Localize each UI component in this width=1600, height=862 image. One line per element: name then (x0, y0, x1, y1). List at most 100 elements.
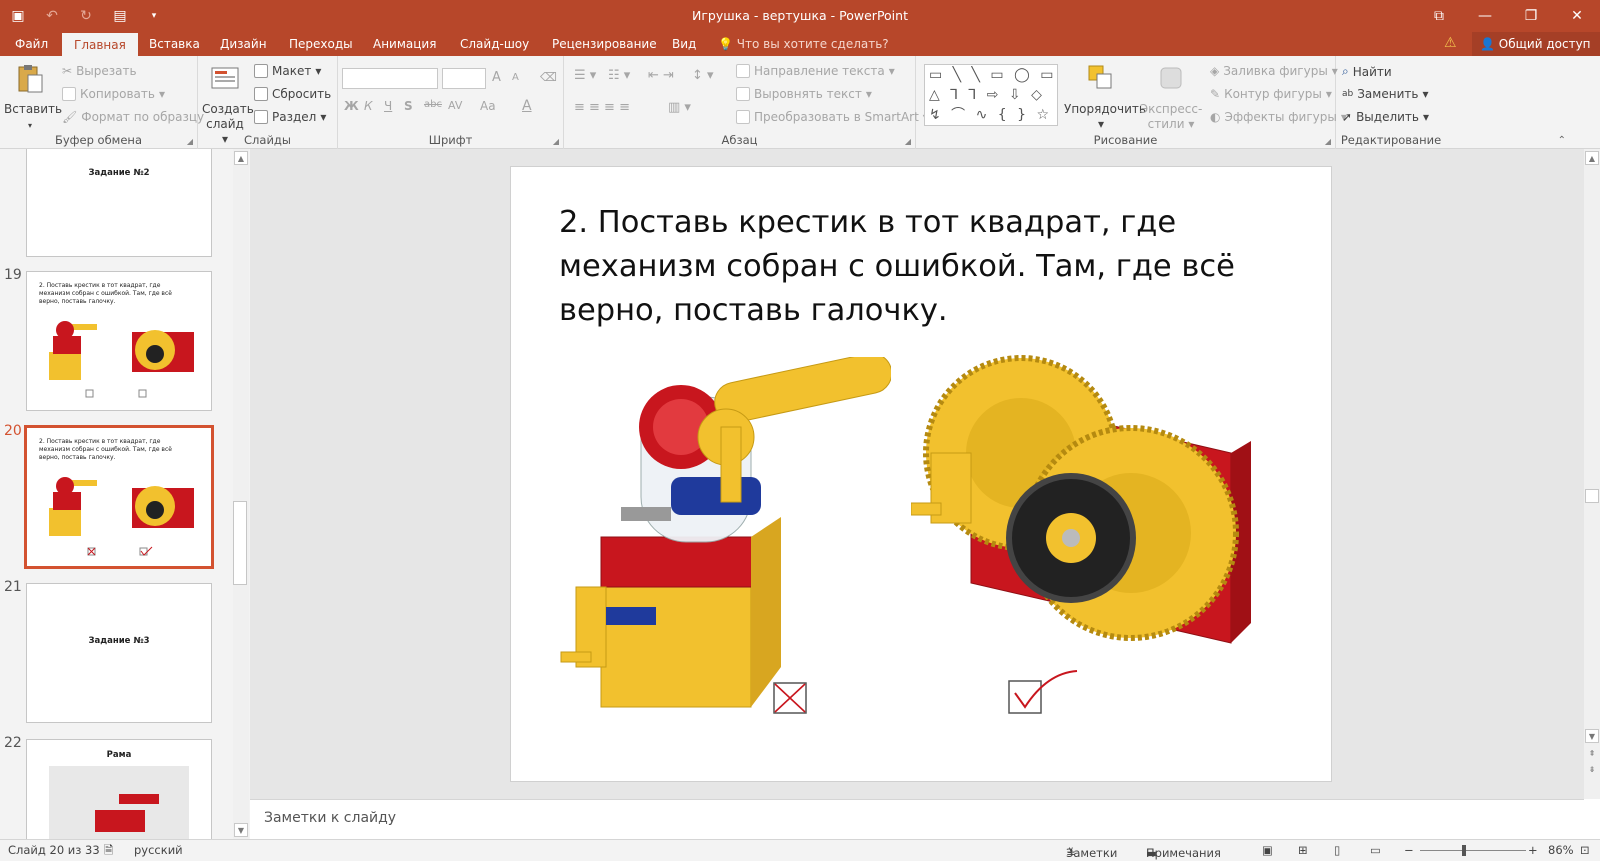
cut-button[interactable]: ✂ Вырезать (62, 64, 137, 78)
language-label[interactable]: русский (134, 843, 183, 857)
thumbnail-slide-19[interactable]: 2. Поставь крестик в тот квадрат, где ме… (26, 271, 212, 411)
slide-title[interactable]: 2. Поставь крестик в тот квадрат, где ме… (559, 201, 1279, 333)
effects-icon: ◐ (1210, 110, 1221, 124)
thumbnail-slide-20[interactable]: 2. Поставь крестик в тот квадрат, где ме… (24, 425, 214, 569)
tell-me-box[interactable]: 💡 Что вы хотите сделать? (718, 32, 889, 56)
fit-to-window-icon[interactable]: ⊡ (1580, 843, 1590, 857)
indent-icons[interactable]: ⇤ ⇥ (648, 68, 674, 83)
drawing-launcher-icon[interactable]: ◢ (1325, 137, 1331, 146)
reset-button[interactable]: Сбросить (254, 87, 331, 101)
change-case-button[interactable]: Aa (480, 99, 496, 113)
zoom-slider-thumb[interactable] (1462, 845, 1466, 856)
shrink-font-button[interactable]: A (512, 72, 519, 83)
scroll-thumb[interactable] (1585, 489, 1599, 503)
cross-checkbox[interactable] (771, 677, 811, 717)
scroll-thumb[interactable] (233, 501, 247, 585)
font-color-button[interactable]: A (522, 98, 532, 114)
paste-label: Вставить (4, 102, 63, 116)
layout-button[interactable]: Макет ▾ (254, 64, 321, 78)
zoom-out-button[interactable]: − (1404, 843, 1414, 857)
numbering-icon[interactable]: ☷ ▾ (608, 68, 630, 83)
tab-transitions[interactable]: Переходы (289, 32, 353, 56)
close-button[interactable]: ✕ (1554, 0, 1600, 32)
arrange-button[interactable]: Упорядочить ▾ (1064, 62, 1146, 132)
paragraph-group: ☰ ▾ ☷ ▾ ⇤ ⇥ ↕ ▾ ≡ ≡ ≡ ≡ ▥ ▾ Направление … (564, 56, 929, 149)
next-slide-icon[interactable]: ⇟ (1585, 763, 1599, 777)
collapse-ribbon-icon[interactable]: ⌃ (1558, 135, 1566, 146)
text-direction-button[interactable]: Направление текста ▾ (736, 64, 895, 78)
clear-format-icon[interactable]: ⌫ (540, 70, 557, 84)
scroll-down-icon[interactable]: ▼ (1585, 729, 1599, 743)
underline-button[interactable]: Ч (384, 99, 392, 113)
bold-button[interactable]: Ж (344, 99, 359, 113)
paste-button[interactable]: Вставить ▾ (4, 62, 62, 133)
columns-icon[interactable]: ▥ ▾ (668, 100, 691, 115)
shadow-button[interactable]: S (404, 99, 413, 113)
paste-icon (18, 65, 43, 93)
notes-pane[interactable]: Заметки к слайду (250, 799, 1584, 839)
shape-effects-button[interactable]: ◐ Эффекты фигуры ▾ (1210, 110, 1347, 124)
scroll-down-icon[interactable]: ▼ (234, 823, 248, 837)
check-checkbox[interactable] (1007, 663, 1087, 723)
proofing-icon[interactable]: 🗎 (104, 843, 113, 862)
editing-group: ⌕ Найти ab Заменить ▾ ➚ Выделить ▾ Редактир… (1336, 56, 1446, 149)
slideshow-view-icon[interactable]: ▭ (1370, 843, 1381, 857)
shape-fill-button[interactable]: ◈ Заливка фигуры ▾ (1210, 64, 1338, 78)
thumbnail-slide-22[interactable]: Рама (26, 739, 212, 839)
italic-button[interactable]: К (364, 99, 373, 113)
tab-animations[interactable]: Анимация (373, 32, 436, 56)
tab-file[interactable]: Файл (15, 32, 48, 56)
title-bar: ▣ ↶ ↻ ▤ ▾ Игрушка - вертушка - PowerPoin… (0, 0, 1600, 32)
share-button[interactable]: 👤 Общий доступ (1472, 32, 1600, 56)
thumbnail-slide-21[interactable]: Задание №3 (26, 583, 212, 723)
bullets-icon[interactable]: ☰ ▾ (574, 68, 596, 83)
clipboard-group-label: Буфер обмена (54, 133, 142, 147)
section-button[interactable]: Раздел ▾ (254, 110, 326, 124)
zoom-level[interactable]: 86% (1548, 843, 1574, 857)
editing-group-label: Редактирование (1340, 133, 1442, 147)
font-name-box[interactable] (342, 68, 438, 89)
smartart-button[interactable]: Преобразовать в SmartArt ▾ (736, 110, 929, 124)
shape-outline-button[interactable]: ✎ Контур фигуры ▾ (1210, 87, 1332, 101)
normal-view-icon[interactable]: ▣ (1262, 843, 1273, 857)
tab-home[interactable]: Главная (62, 33, 138, 56)
shapes-gallery[interactable]: ▭ ╲ ╲ ▭ ◯ ▭ △ ⅂ ⅂ ⇨ ⇩ ◇ ↯ ⌒ ∿ { } ☆ (924, 64, 1058, 126)
align-text-button[interactable]: Выровнять текст ▾ (736, 87, 872, 101)
font-size-box[interactable] (442, 68, 486, 89)
scroll-up-icon[interactable]: ▲ (1585, 151, 1599, 165)
quick-styles-button[interactable]: Экспресс-стили ▾ (1138, 62, 1204, 132)
thumbnail-slide-18[interactable]: Задание №2 (26, 149, 212, 257)
minimize-button[interactable]: — (1462, 0, 1508, 32)
grow-font-button[interactable]: A (492, 70, 501, 85)
char-spacing-button[interactable]: AV (448, 99, 462, 112)
reading-view-icon[interactable]: ▯ (1334, 843, 1340, 857)
strikethrough-button[interactable]: abc (424, 99, 442, 110)
paragraph-launcher-icon[interactable]: ◢ (905, 137, 911, 146)
zoom-in-button[interactable]: + (1528, 843, 1538, 857)
select-button[interactable]: ➚ Выделить ▾ (1342, 110, 1429, 124)
align-icons[interactable]: ≡ ≡ ≡ ≡ (574, 100, 630, 115)
grow-font-icon: A (492, 70, 501, 85)
tab-view[interactable]: Вид (672, 32, 696, 56)
tab-insert[interactable]: Вставка (149, 32, 200, 56)
restore-button[interactable]: ❐ (1508, 0, 1554, 32)
line-spacing-icon[interactable]: ↕ ▾ (692, 68, 714, 83)
thumbnails-scrollbar[interactable]: ▲ ▼ (233, 149, 249, 839)
slide[interactable]: 2. Поставь крестик в тот квадрат, где ме… (510, 166, 1332, 782)
clipboard-launcher-icon[interactable]: ◢ (187, 137, 193, 146)
format-painter-button[interactable]: 🖌 Формат по образцу (62, 110, 204, 124)
warning-icon[interactable]: ⚠ (1444, 35, 1457, 51)
scroll-up-icon[interactable]: ▲ (234, 151, 248, 165)
previous-slide-icon[interactable]: ⇞ (1585, 747, 1599, 761)
zoom-slider[interactable] (1420, 850, 1526, 851)
tab-slideshow[interactable]: Слайд-шоу (460, 32, 529, 56)
replace-button[interactable]: ab Заменить ▾ (1342, 87, 1428, 101)
font-launcher-icon[interactable]: ◢ (553, 137, 559, 146)
tab-design[interactable]: Дизайн (220, 32, 267, 56)
ribbon-display-icon[interactable]: ⧉ (1416, 0, 1462, 32)
slide-sorter-icon[interactable]: ⊞ (1298, 843, 1308, 857)
find-button[interactable]: ⌕ Найти (1342, 64, 1392, 79)
tab-review[interactable]: Рецензирование (552, 32, 657, 56)
copy-button[interactable]: Копировать ▾ (62, 87, 165, 101)
slide-scrollbar[interactable]: ▲ ▼ ⇞ ⇟ (1584, 149, 1600, 799)
